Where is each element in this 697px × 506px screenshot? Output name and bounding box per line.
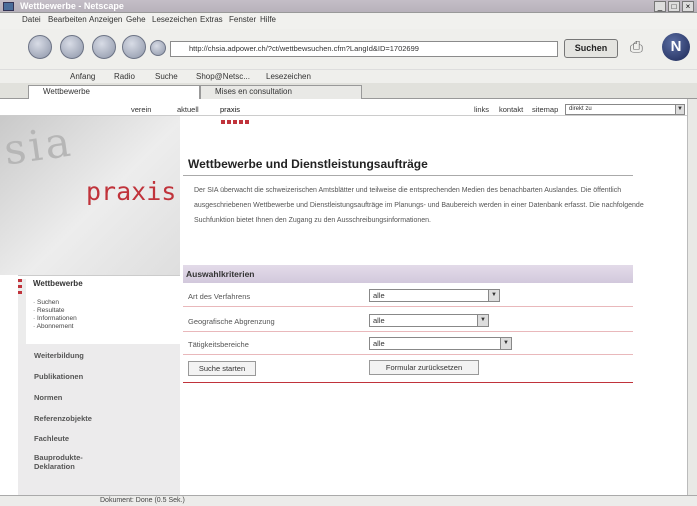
sidebar-item-bauprodukte[interactable]: Bauprodukte- Deklaration (18, 453, 180, 479)
praxis-logo: praxis (86, 177, 177, 206)
chevron-down-icon: ▼ (675, 105, 684, 114)
nav-aktuell[interactable]: aktuell (177, 105, 199, 115)
sidebar-sub-label: Suchen (36, 299, 60, 306)
section-marker-icon (18, 279, 22, 282)
select-verfahren[interactable]: alle ▼ (369, 289, 500, 302)
menu-fenster[interactable]: Fenster (229, 14, 256, 26)
row-divider (183, 306, 633, 307)
sidebar-item-fachleute[interactable]: Fachleute (18, 434, 180, 454)
criteria-label-taetigkeit: Tätigkeitsbereiche (188, 340, 249, 349)
menu-datei[interactable]: Datei (22, 14, 41, 26)
page-title: Wettbewerbe und Dienstleistungsaufträge (188, 157, 428, 171)
sidebar-sub-label: Resultate (36, 307, 65, 314)
vertical-scrollbar[interactable] (687, 99, 697, 495)
stop-button[interactable] (122, 35, 146, 59)
maximize-button[interactable]: □ (668, 1, 680, 12)
sidebar-sub-label: Abonnement (36, 323, 74, 330)
select-value: alle (373, 316, 385, 325)
criteria-label-verfahren: Art des Verfahrens (188, 292, 251, 301)
sidebar-item-normen[interactable]: Normen (18, 393, 180, 413)
select-value: alle (373, 291, 385, 300)
sidebar-sub-informationen[interactable]: · Informationen (33, 315, 77, 323)
start-search-button[interactable]: Suche starten (188, 361, 256, 376)
direkt-zu-label: direkt zu (569, 106, 592, 112)
back-button[interactable] (28, 35, 52, 59)
sidebar-divider (18, 275, 180, 276)
sidebar-sub-resultate[interactable]: · Resultate (33, 307, 64, 315)
chevron-down-icon: ▼ (477, 315, 488, 326)
menu-bearbeiten[interactable]: Bearbeiten (48, 14, 87, 26)
menu-bar: Datei Bearbeiten Anzeigen Gehe Lesezeich… (0, 13, 697, 29)
sia-logo: sia (0, 116, 77, 175)
menu-lesezeichen[interactable]: Lesezeichen (152, 14, 197, 26)
select-value: alle (373, 339, 385, 348)
page-content: sia praxis verein aktuell praxis links k… (0, 99, 687, 495)
tab-mises-en-consultation[interactable]: Mises en consultation (200, 85, 362, 99)
navigation-toolbar: http://chsia.adpower.ch/?ct/wettbewsuche… (0, 29, 697, 69)
title-divider (183, 175, 633, 176)
nav-praxis[interactable]: praxis (220, 105, 240, 115)
status-bar: Dokument: Done (0.5 Sek.) (0, 495, 697, 506)
tab-wettbewerbe[interactable]: Wettbewerbe (28, 85, 200, 99)
menu-gehe[interactable]: Gehe (126, 14, 146, 26)
link-kontakt[interactable]: kontakt (499, 105, 523, 115)
select-geografie[interactable]: alle ▼ (369, 314, 489, 327)
bookmark-lesezeichen[interactable]: Lesezeichen (266, 71, 311, 83)
bookmark-suche[interactable]: Suche (155, 71, 178, 83)
sidebar-item-referenzobjekte[interactable]: Referenzobjekte (18, 414, 180, 434)
link-sitemap[interactable]: sitemap (532, 105, 558, 115)
netscape-logo-icon: N (662, 33, 690, 61)
minimize-button[interactable]: _ (654, 1, 666, 12)
forward-button[interactable] (60, 35, 84, 59)
tab-bar: Wettbewerbe Mises en consultation (0, 83, 697, 99)
status-text: Dokument: Done (0.5 Sek.) (100, 497, 185, 504)
url-input[interactable]: http://chsia.adpower.ch/?ct/wettbewsuche… (170, 41, 558, 57)
sidebar-item-weiterbildung[interactable]: Weiterbildung (18, 351, 180, 371)
row-divider (183, 354, 633, 355)
menu-anzeigen[interactable]: Anzeigen (89, 14, 122, 26)
reload-button[interactable] (92, 35, 116, 59)
active-nav-indicator (221, 120, 251, 124)
personal-toolbar: Anfang Radio Suche Shop@Netsc... Lesezei… (0, 69, 697, 83)
intro-text: Der SIA überwacht die schweizerischen Am… (194, 187, 644, 224)
window-title: Wettbewerbe - Netscape (20, 1, 124, 11)
print-icon[interactable]: ⎙ (630, 39, 643, 57)
chevron-down-icon: ▼ (500, 338, 511, 349)
sidebar-section-wettbewerbe[interactable]: Wettbewerbe (33, 279, 83, 288)
section-marker-icon (18, 291, 22, 294)
menu-hilfe[interactable]: Hilfe (260, 14, 276, 26)
link-links[interactable]: links (474, 105, 489, 115)
menu-extras[interactable]: Extras (200, 14, 223, 26)
sidebar-sub-abonnement[interactable]: · Abonnement (33, 323, 74, 331)
search-button[interactable]: Suchen (564, 39, 618, 58)
home-button[interactable] (150, 40, 166, 56)
browser-window: Wettbewerbe - Netscape _ □ × Datei Bearb… (0, 0, 697, 506)
sidebar-sub-suchen[interactable]: · Suchen (33, 299, 59, 307)
section-marker-icon (18, 285, 22, 288)
reset-form-button[interactable]: Formular zurücksetzen (369, 360, 479, 375)
bookmark-radio[interactable]: Radio (114, 71, 135, 83)
criteria-label-geografie: Geografische Abgrenzung (188, 317, 275, 326)
nav-verein[interactable]: verein (131, 105, 151, 115)
close-button[interactable]: × (682, 1, 694, 12)
select-taetigkeit[interactable]: alle ▼ (369, 337, 512, 350)
sidebar-sub-label: Informationen (36, 315, 77, 322)
netscape-app-icon (3, 2, 14, 11)
header-divider (0, 115, 687, 116)
bookmark-anfang[interactable]: Anfang (70, 71, 95, 83)
row-divider (183, 331, 633, 332)
chevron-down-icon: ▼ (488, 290, 499, 301)
sidebar-item-publikationen[interactable]: Publikationen (18, 372, 180, 392)
form-bottom-line (183, 382, 633, 383)
criteria-header: Auswahlkriterien (183, 265, 633, 283)
bookmark-shop[interactable]: Shop@Netsc... (196, 71, 250, 83)
direkt-zu-select[interactable]: direkt zu ▼ (565, 104, 685, 115)
title-bar: Wettbewerbe - Netscape _ □ × (0, 0, 697, 13)
